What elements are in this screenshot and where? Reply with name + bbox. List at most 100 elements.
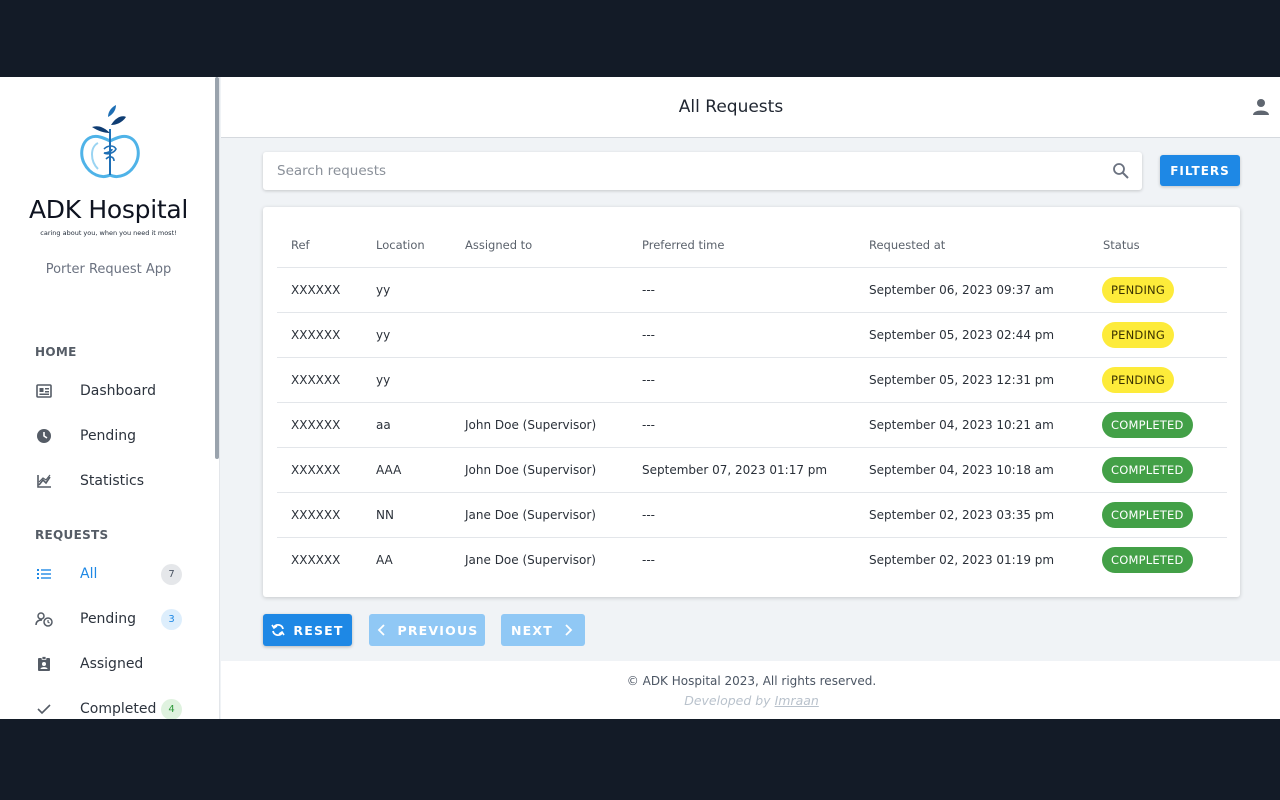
table-row[interactable]: XXXXXX aa John Doe (Supervisor) --- Septembe…	[277, 403, 1227, 448]
cell-location: AA	[376, 553, 393, 567]
status-badge: COMPLETED	[1102, 412, 1193, 438]
next-button[interactable]: NEXT	[501, 614, 585, 646]
cell-ref: XXXXXX	[291, 508, 341, 522]
table-row[interactable]: XXXXXX AAA John Doe (Supervisor) September …	[277, 448, 1227, 493]
chart-icon	[35, 472, 53, 490]
cell-location: NN	[376, 508, 394, 522]
sidebar-item-label: Completed	[80, 701, 157, 717]
column-header-location[interactable]: Location	[376, 238, 425, 252]
sidebar-item-completed[interactable]: Completed 4	[0, 689, 216, 719]
chevron-right-icon	[561, 623, 575, 637]
cell-preferred: ---	[642, 508, 655, 522]
sidebar-item-all[interactable]: All 7	[0, 554, 216, 594]
chevron-left-icon	[375, 623, 389, 637]
status-badge: COMPLETED	[1102, 457, 1193, 483]
app-name: Porter Request App	[45, 262, 172, 277]
sidebar-item-dashboard[interactable]: Dashboard	[0, 371, 216, 411]
sidebar-item-pending-home[interactable]: Pending	[0, 416, 216, 456]
table-header: Ref Location Assigned to Preferred time …	[277, 221, 1227, 268]
cell-requested: September 02, 2023 03:35 pm	[869, 508, 1055, 522]
status-badge: COMPLETED	[1102, 547, 1193, 573]
column-header-preferred-time[interactable]: Preferred time	[642, 238, 724, 252]
table-row[interactable]: XXXXXX yy --- September 05, 2023 02:44 pm PE…	[277, 313, 1227, 358]
list-icon	[35, 565, 53, 583]
copyright-text: © ADK Hospital 2023, All rights reserved…	[626, 674, 877, 688]
section-label-requests: REQUESTS	[35, 528, 109, 542]
developer-prefix: Developed by	[684, 693, 771, 708]
table-row[interactable]: XXXXXX yy --- September 05, 2023 12:31 pm PE…	[277, 358, 1227, 403]
next-label: NEXT	[511, 622, 553, 638]
developer-link[interactable]: Imraan	[775, 693, 819, 708]
sidebar-item-label: Statistics	[80, 473, 144, 489]
dashboard-icon	[35, 382, 53, 400]
cell-location: AAA	[376, 463, 402, 477]
developer-credit: Developed by Imraan	[221, 693, 1280, 708]
count-badge: 7	[161, 563, 182, 585]
cell-location: yy	[376, 283, 391, 297]
user-clock-icon	[35, 610, 53, 628]
status-badge: PENDING	[1102, 277, 1174, 303]
hospital-logo	[80, 105, 140, 178]
column-header-ref[interactable]: Ref	[291, 238, 310, 252]
cell-assigned: John Doe (Supervisor)	[465, 418, 597, 432]
cell-requested: September 04, 2023 10:18 am	[869, 463, 1054, 477]
page-title: All Requests	[678, 97, 784, 117]
cell-requested: September 05, 2023 12:31 pm	[869, 373, 1055, 387]
status-badge: PENDING	[1102, 367, 1174, 393]
clock-icon	[35, 427, 53, 445]
status-badge: PENDING	[1102, 322, 1174, 348]
assigned-badge-icon	[35, 655, 53, 673]
column-header-status[interactable]: Status	[1103, 238, 1140, 252]
cell-ref: XXXXXX	[291, 418, 341, 432]
column-header-requested-at[interactable]: Requested at	[869, 238, 945, 252]
count-badge: 4	[161, 698, 182, 719]
cell-requested: September 04, 2023 10:21 am	[869, 418, 1054, 432]
table-row[interactable]: XXXXXX AA Jane Doe (Supervisor) --- Septembe…	[277, 538, 1227, 583]
requests-table: Ref Location Assigned to Preferred time …	[263, 207, 1240, 597]
top-bar: All Requests	[221, 77, 1280, 138]
cell-preferred: ---	[642, 283, 655, 297]
cell-location: yy	[376, 328, 391, 342]
cell-preferred: September 07, 2023 01:17 pm	[642, 463, 828, 477]
status-badge: COMPLETED	[1102, 502, 1193, 528]
sidebar-item-assigned[interactable]: Assigned	[0, 644, 216, 684]
cell-preferred: ---	[642, 373, 655, 387]
search-icon[interactable]	[1112, 162, 1130, 180]
cell-preferred: ---	[642, 328, 655, 342]
previous-label: PREVIOUS	[397, 622, 479, 638]
reset-button[interactable]: RESET	[263, 614, 352, 646]
sidebar-item-label: Dashboard	[80, 383, 156, 399]
filters-button[interactable]: FILTERS	[1160, 155, 1240, 186]
cell-ref: XXXXXX	[291, 328, 341, 342]
table-row[interactable]: XXXXXX yy --- September 06, 2023 09:37 am PE…	[277, 268, 1227, 313]
cell-ref: XXXXXX	[291, 373, 341, 387]
sidebar-item-statistics[interactable]: Statistics	[0, 461, 216, 501]
cell-ref: XXXXXX	[291, 553, 341, 567]
search-input[interactable]	[263, 152, 1103, 190]
search-box	[263, 152, 1142, 190]
brand-tagline: caring about you, when you need it most!	[40, 229, 177, 237]
previous-button[interactable]: PREVIOUS	[369, 614, 485, 646]
count-badge: 3	[161, 608, 182, 630]
app-window: ADK Hospital caring about you, when you …	[0, 77, 1280, 719]
column-header-assigned[interactable]: Assigned to	[465, 238, 532, 252]
cell-assigned: Jane Doe (Supervisor)	[465, 508, 596, 522]
cell-preferred: ---	[642, 553, 655, 567]
cell-requested: September 06, 2023 09:37 am	[869, 283, 1054, 297]
refresh-icon	[271, 623, 286, 637]
sidebar-item-pending[interactable]: Pending 3	[0, 599, 216, 639]
cell-requested: September 05, 2023 02:44 pm	[869, 328, 1055, 342]
section-label-home: HOME	[35, 345, 77, 359]
cell-preferred: ---	[642, 418, 655, 432]
cell-ref: XXXXXX	[291, 283, 341, 297]
footer: © ADK Hospital 2023, All rights reserved…	[221, 661, 1280, 719]
user-icon[interactable]	[1252, 98, 1270, 116]
reset-label: RESET	[293, 622, 344, 638]
cell-location: yy	[376, 373, 391, 387]
check-icon	[35, 700, 53, 718]
cell-assigned: John Doe (Supervisor)	[465, 463, 597, 477]
sidebar: ADK Hospital caring about you, when you …	[0, 77, 220, 719]
sidebar-item-label: Assigned	[80, 656, 144, 672]
cell-assigned: Jane Doe (Supervisor)	[465, 553, 596, 567]
table-row[interactable]: XXXXXX NN Jane Doe (Supervisor) --- Septembe…	[277, 493, 1227, 538]
